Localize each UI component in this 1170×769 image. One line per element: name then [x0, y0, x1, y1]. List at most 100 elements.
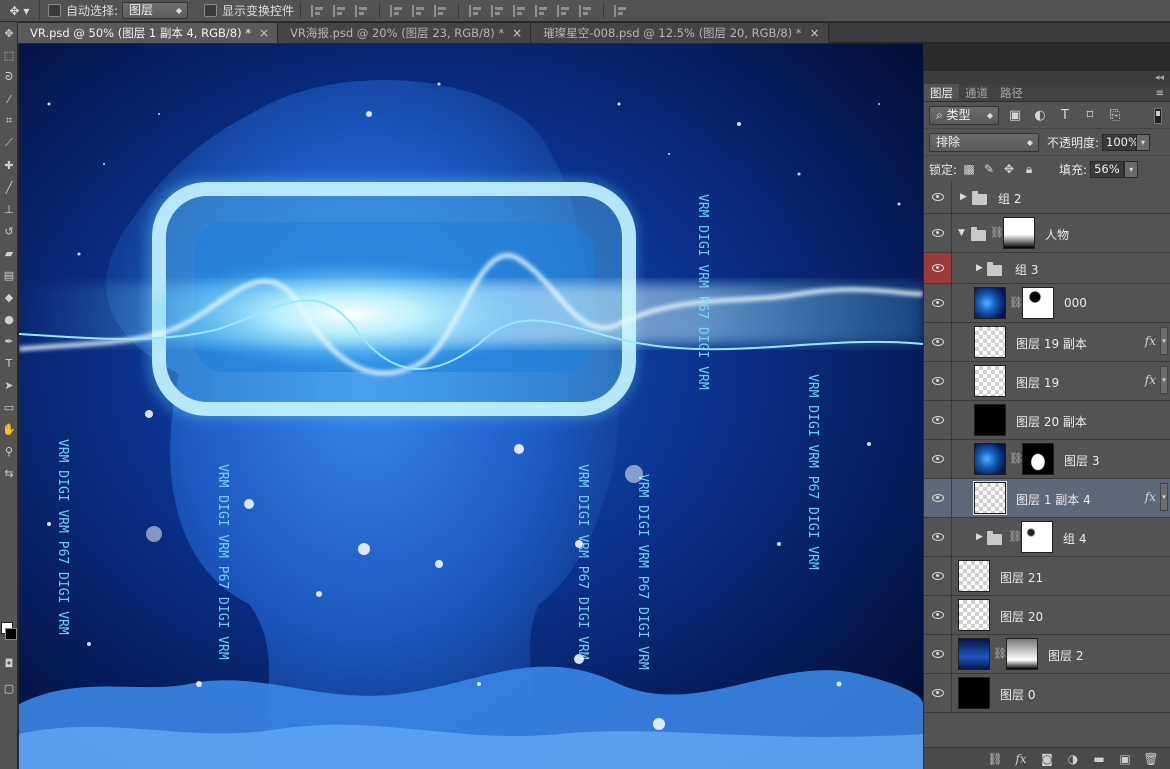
layer-row[interactable]: ▶ ⛓ 组 4: [924, 518, 1170, 557]
align-bottom-icon[interactable]: [355, 4, 369, 17]
auto-select-checkbox[interactable]: [48, 4, 61, 17]
layer-row[interactable]: 图层 19 副本 fx ▾: [924, 323, 1170, 362]
collapse-icon[interactable]: ◂◂: [1155, 73, 1164, 83]
tab-layers[interactable]: 图层: [924, 84, 959, 101]
type-tool-icon[interactable]: T: [0, 352, 18, 374]
layer-mask-thumbnail[interactable]: [1003, 217, 1035, 249]
screen-mode-icon[interactable]: ▢: [0, 677, 18, 699]
layer-thumbnail[interactable]: [974, 287, 1006, 319]
history-brush-tool-icon[interactable]: ↺: [0, 220, 18, 242]
layer-thumbnail[interactable]: [974, 365, 1006, 397]
link-layers-icon[interactable]: ⛓: [982, 752, 1008, 766]
layer-row[interactable]: ▶ 组 2: [924, 181, 1170, 214]
lasso-tool-icon[interactable]: ᘐ: [0, 66, 18, 88]
expand-effects-icon[interactable]: ▾: [1160, 483, 1168, 511]
quick-mask-icon[interactable]: ◘: [0, 652, 18, 674]
visibility-eye-icon[interactable]: [924, 181, 952, 213]
eyedropper-tool-icon[interactable]: ⟋: [0, 132, 18, 154]
layer-thumbnail[interactable]: [958, 677, 990, 709]
swap-colors-icon[interactable]: ⇆: [0, 462, 18, 484]
move-tool-icon[interactable]: ✥: [0, 22, 18, 44]
chevron-down-icon[interactable]: ▾: [1124, 160, 1139, 178]
fx-effects-icon[interactable]: fx: [1145, 490, 1156, 504]
tab-paths[interactable]: 路径: [994, 84, 1029, 101]
brush-tool-icon[interactable]: ╱: [0, 176, 18, 198]
expand-arrow-icon[interactable]: ▶: [960, 192, 967, 202]
document-tab-vr-poster[interactable]: VR海报.psd @ 20% (图层 23, RGB/8) * ×: [278, 23, 532, 43]
document-tab-starry-sky[interactable]: 璀璨星空-008.psd @ 12.5% (图层 20, RGB/8) * ×: [531, 23, 829, 43]
distribute-vcenter-icon[interactable]: [491, 4, 505, 17]
align-right-icon[interactable]: [434, 4, 448, 17]
visibility-eye-icon[interactable]: [924, 479, 952, 517]
link-chain-icon[interactable]: ⛓: [1009, 296, 1023, 309]
layer-row[interactable]: ▼ ⛓ 人物: [924, 214, 1170, 253]
fx-effects-icon[interactable]: fx: [1145, 373, 1156, 387]
fx-effects-icon[interactable]: fx: [1145, 334, 1156, 348]
expand-effects-icon[interactable]: ▾: [1160, 327, 1168, 355]
trash-icon[interactable]: 🗑︎: [1138, 752, 1164, 766]
layer-row-selected[interactable]: 图层 1 副本 4 fx ▾: [924, 479, 1170, 518]
add-mask-icon[interactable]: ◙: [1034, 752, 1060, 766]
type-filter-icon[interactable]: T: [1056, 107, 1074, 123]
layer-mask-thumbnail[interactable]: [1022, 443, 1054, 475]
filter-kind-dropdown[interactable]: ⌕ 类型: [929, 105, 999, 125]
link-chain-icon[interactable]: ⛓: [1008, 530, 1022, 543]
visibility-eye-icon[interactable]: [924, 674, 952, 712]
visibility-eye-icon[interactable]: [924, 323, 952, 361]
hand-tool-icon[interactable]: ✋: [0, 418, 18, 440]
layer-row[interactable]: 图层 0: [924, 674, 1170, 713]
auto-align-icon[interactable]: [614, 4, 628, 17]
filter-toggle-switch[interactable]: [1154, 108, 1162, 124]
auto-select-dropdown[interactable]: 图层: [122, 2, 189, 19]
distribute-right-icon[interactable]: [579, 4, 593, 17]
shape-filter-icon[interactable]: ⌑: [1081, 107, 1099, 123]
tab-channels[interactable]: 通道: [959, 84, 994, 101]
layer-row[interactable]: ⛓ 图层 2: [924, 635, 1170, 674]
lock-all-icon[interactable]: 🔒︎: [1021, 161, 1037, 177]
layer-thumbnail[interactable]: [958, 560, 990, 592]
shape-tool-icon[interactable]: ▭: [0, 396, 18, 418]
layer-row[interactable]: ⛓ 图层 3: [924, 440, 1170, 479]
visibility-eye-icon[interactable]: [924, 401, 952, 439]
marquee-tool-icon[interactable]: ⬚: [0, 44, 18, 66]
collapse-arrow-icon[interactable]: ▼: [958, 228, 965, 238]
layer-thumbnail[interactable]: [974, 404, 1006, 436]
distribute-left-icon[interactable]: [535, 4, 549, 17]
layer-row[interactable]: 图层 19 fx ▾: [924, 362, 1170, 401]
layer-mask-thumbnail[interactable]: [1021, 521, 1053, 553]
adjustment-filter-icon[interactable]: ◐: [1031, 107, 1049, 123]
layer-row[interactable]: 图层 21: [924, 557, 1170, 596]
clone-stamp-tool-icon[interactable]: ⊥: [0, 198, 18, 220]
layer-thumbnail[interactable]: [974, 326, 1006, 358]
visibility-eye-icon[interactable]: [924, 557, 952, 595]
align-hcenter-icon[interactable]: [412, 4, 426, 17]
align-vcenter-icon[interactable]: [333, 4, 347, 17]
fill-field[interactable]: 56%: [1090, 160, 1125, 178]
visibility-eye-icon[interactable]: [924, 518, 952, 556]
lock-pixels-icon[interactable]: ✎: [981, 161, 997, 177]
align-left-icon[interactable]: [390, 4, 404, 17]
gradient-tool-icon[interactable]: ▤: [0, 264, 18, 286]
panel-collapse-bar[interactable]: ◂◂: [924, 71, 1170, 85]
eraser-tool-icon[interactable]: ▰: [0, 242, 18, 264]
layer-mask-thumbnail[interactable]: [1022, 287, 1054, 319]
quick-select-tool-icon[interactable]: ⁄: [0, 88, 18, 110]
add-style-icon[interactable]: fx: [1008, 752, 1034, 766]
distribute-bottom-icon[interactable]: [513, 4, 527, 17]
blend-mode-dropdown[interactable]: 排除: [929, 132, 1039, 152]
align-top-icon[interactable]: [311, 4, 325, 17]
visibility-eye-icon[interactable]: [924, 253, 952, 283]
link-chain-icon[interactable]: ⛓: [990, 226, 1004, 239]
close-icon[interactable]: ×: [259, 26, 269, 40]
visibility-eye-icon[interactable]: [924, 596, 952, 634]
layer-thumbnail[interactable]: [958, 638, 990, 670]
visibility-eye-icon[interactable]: [924, 362, 952, 400]
background-color-swatch[interactable]: [5, 628, 17, 640]
opacity-field[interactable]: 100%: [1102, 133, 1139, 151]
layer-mask-thumbnail[interactable]: [1006, 638, 1038, 670]
blur-tool-icon[interactable]: ◆: [0, 286, 18, 308]
link-chain-icon[interactable]: ⛓: [1009, 452, 1023, 465]
visibility-eye-icon[interactable]: [924, 214, 952, 252]
smart-object-filter-icon[interactable]: ⎘: [1106, 107, 1124, 123]
layer-thumbnail[interactable]: [973, 481, 1007, 515]
